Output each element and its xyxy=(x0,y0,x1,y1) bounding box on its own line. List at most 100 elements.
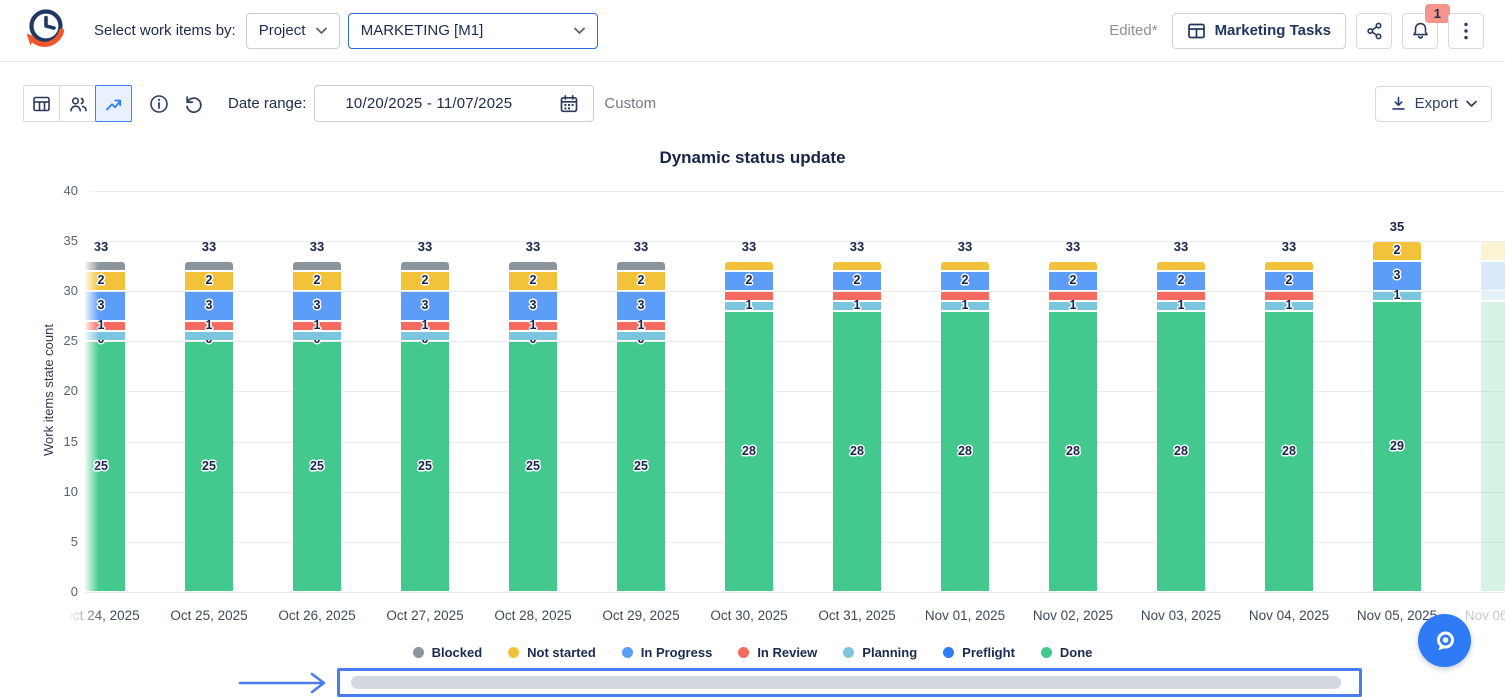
bar-segment-planning[interactable] xyxy=(1481,292,1505,300)
y-axis-tick: 20 xyxy=(34,383,78,399)
bar-segment-blocked[interactable] xyxy=(401,262,449,270)
bar-segment-label: 2 xyxy=(941,273,989,287)
share-button[interactable] xyxy=(1356,13,1392,49)
bar-segment-label: 2 xyxy=(509,273,557,287)
undo-rotate-icon xyxy=(183,94,203,114)
chart-view-button[interactable] xyxy=(95,85,132,122)
x-axis-label: Nov 02, 2025 xyxy=(1019,608,1127,623)
info-icon xyxy=(149,94,169,114)
bar-segment-in-review[interactable] xyxy=(1265,292,1313,300)
bar-segment-label: 25 xyxy=(401,459,449,473)
bar-segment-planning[interactable] xyxy=(185,332,233,340)
legend-item-not-started[interactable]: Not started xyxy=(508,645,596,660)
bar-segment-in-progress[interactable] xyxy=(1481,262,1505,290)
trend-chart-icon xyxy=(104,95,123,113)
notification-badge: 1 xyxy=(1425,4,1450,23)
bar-segment-blocked[interactable] xyxy=(293,262,341,270)
info-button[interactable] xyxy=(148,93,170,115)
x-axis-label: Oct 25, 2025 xyxy=(155,608,263,623)
scope-dropdown-value: Project xyxy=(259,22,306,39)
bar-segment-blocked[interactable] xyxy=(617,262,665,270)
legend-label: Done xyxy=(1060,645,1093,660)
bar-segment-planning[interactable] xyxy=(617,332,665,340)
bar-total-label: 33 xyxy=(509,239,557,254)
bar-segment-not-started[interactable] xyxy=(1481,242,1505,260)
bar-segment-in-review[interactable] xyxy=(1049,292,1097,300)
date-range-mode-label: Custom xyxy=(604,95,656,112)
legend-item-in-progress[interactable]: In Progress xyxy=(622,645,713,660)
header: Select work items by: Project MARKETING … xyxy=(0,0,1505,62)
horizontal-scrollbar-thumb[interactable] xyxy=(351,676,1341,689)
legend-label: Preflight xyxy=(962,645,1015,660)
bar-segment-label: 2 xyxy=(1373,243,1421,257)
kebab-menu-icon xyxy=(1463,21,1469,41)
scrollbar-highlight-box xyxy=(337,668,1362,697)
bar-segment-not-started[interactable] xyxy=(725,262,773,270)
bell-icon xyxy=(1411,21,1430,41)
calendar-icon xyxy=(559,94,579,114)
bar-segment-planning[interactable] xyxy=(509,332,557,340)
legend-item-planning[interactable]: Planning xyxy=(843,645,917,660)
plot-area: 2501323325013233250132332501323325013233… xyxy=(85,185,1505,597)
bar-segment-not-started[interactable] xyxy=(833,262,881,270)
legend: Blocked Not started In Progress In Review Pl… xyxy=(0,645,1505,660)
legend-item-blocked[interactable]: Blocked xyxy=(413,645,483,660)
y-axis-tick: 5 xyxy=(34,534,78,550)
bar-total-label: 33 xyxy=(1265,239,1313,254)
bar-segment-label: 2 xyxy=(401,273,449,287)
bar-segment-done[interactable] xyxy=(1481,302,1505,591)
legend-item-in-review[interactable]: In Review xyxy=(738,645,817,660)
bar-segment-not-started[interactable] xyxy=(1049,262,1097,270)
chevron-down-icon xyxy=(574,27,585,35)
bar-segment-not-started[interactable] xyxy=(1265,262,1313,270)
legend-dot xyxy=(413,647,424,658)
bar-segment-in-review[interactable] xyxy=(833,292,881,300)
download-icon xyxy=(1390,95,1407,112)
people-view-button[interactable] xyxy=(59,85,96,122)
bar-segment-label: 1 xyxy=(293,318,341,332)
bar-segment-label: 2 xyxy=(1157,273,1205,287)
legend-dot xyxy=(508,647,519,658)
bar-segment-in-review[interactable] xyxy=(941,292,989,300)
bar-segment-label: 3 xyxy=(1373,268,1421,282)
date-range-input[interactable]: 10/20/2025 - 11/07/2025 xyxy=(314,85,594,122)
bar-segment-blocked[interactable] xyxy=(509,262,557,270)
legend-dot xyxy=(1041,647,1052,658)
x-axis-label: Oct 27, 2025 xyxy=(371,608,479,623)
more-options-button[interactable] xyxy=(1448,13,1484,49)
bar-segment-label: 1 xyxy=(1157,298,1205,312)
bar-total-label: 33 xyxy=(617,239,665,254)
bar-segment-label: 3 xyxy=(293,298,341,312)
legend-item-preflight[interactable]: Preflight xyxy=(943,645,1015,660)
bar-segment-blocked[interactable] xyxy=(185,262,233,270)
legend-item-done[interactable]: Done xyxy=(1041,645,1093,660)
bar-total-label: 33 xyxy=(293,239,341,254)
bar-segment-planning[interactable] xyxy=(401,332,449,340)
date-range-value: 10/20/2025 - 11/07/2025 xyxy=(345,95,512,112)
reset-button[interactable] xyxy=(182,93,204,115)
export-button[interactable]: Export xyxy=(1375,86,1492,122)
bar-segment-not-started[interactable] xyxy=(1157,262,1205,270)
assistant-fab-button[interactable] xyxy=(1418,614,1471,667)
bar-segment-planning[interactable] xyxy=(293,332,341,340)
bar-segment-label: 25 xyxy=(509,459,557,473)
bar-segment-label: 25 xyxy=(293,459,341,473)
scope-dropdown[interactable]: Project xyxy=(246,13,340,49)
board-button[interactable]: Marketing Tasks xyxy=(1172,13,1346,49)
bar-segment-in-review[interactable] xyxy=(725,292,773,300)
bar-total-label: 33 xyxy=(401,239,449,254)
bar-total-label: 33 xyxy=(833,239,881,254)
bar-segment-label: 1 xyxy=(185,318,233,332)
bar-total-label: 35 xyxy=(1373,219,1421,234)
bar-segment-in-review[interactable] xyxy=(1157,292,1205,300)
x-axis-label: Nov 01, 2025 xyxy=(911,608,1019,623)
notifications-button[interactable]: 1 xyxy=(1402,13,1438,49)
assistant-bubble-icon xyxy=(1432,628,1458,654)
bar-total-label: 33 xyxy=(725,239,773,254)
table-view-button[interactable] xyxy=(23,85,60,122)
legend-label: Blocked xyxy=(432,645,483,660)
legend-label: Not started xyxy=(527,645,596,660)
bar-segment-not-started[interactable] xyxy=(941,262,989,270)
y-axis-tick: 35 xyxy=(34,233,78,249)
project-dropdown[interactable]: MARKETING [M1] xyxy=(348,13,598,49)
